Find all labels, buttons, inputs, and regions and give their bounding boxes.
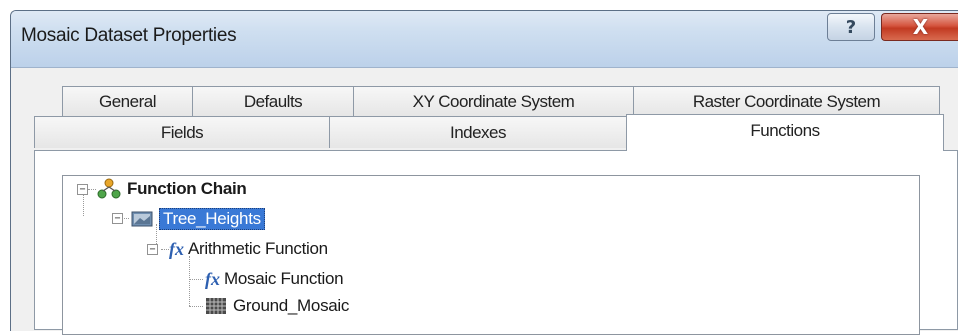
tab-raster-coordinate-system[interactable]: Raster Coordinate System xyxy=(633,86,940,116)
tree-node-arithmetic-function[interactable]: fx Arithmetic Function xyxy=(169,237,328,261)
window-title: Mosaic Dataset Properties xyxy=(21,25,237,46)
tab-label: XY Coordinate System xyxy=(412,91,575,111)
collapse-toggle[interactable]: − xyxy=(77,184,88,195)
tree-connector xyxy=(189,256,190,306)
tree-node-mosaic-function[interactable]: fx Mosaic Function xyxy=(205,267,344,291)
tree-connector xyxy=(189,306,203,307)
tree-connector xyxy=(88,189,96,190)
tab-label: Fields xyxy=(160,122,204,142)
function-tree[interactable]: − Function Chain − Tree_Heights − fx Ari… xyxy=(62,175,920,335)
tree-node-function-chain[interactable]: Function Chain xyxy=(97,177,247,201)
tab-xy-coordinate-system[interactable]: XY Coordinate System xyxy=(353,86,634,116)
help-button[interactable]: ? xyxy=(827,13,875,41)
tab-label: Functions xyxy=(750,121,820,140)
tree-node-label: Function Chain xyxy=(127,179,247,198)
title-bar[interactable]: Mosaic Dataset Properties ? X xyxy=(11,11,958,68)
tab-label: Defaults xyxy=(243,91,303,111)
tab-label: General xyxy=(99,91,156,111)
tree-node-tree-heights[interactable]: Tree_Heights xyxy=(131,207,265,231)
collapse-toggle[interactable]: − xyxy=(112,213,123,224)
tab-defaults[interactable]: Defaults xyxy=(192,86,354,116)
raster-dataset-icon xyxy=(131,211,153,227)
tab-functions[interactable]: Functions xyxy=(626,114,944,151)
tab-fields[interactable]: Fields xyxy=(34,116,330,148)
tree-node-label: Mosaic Function xyxy=(224,269,344,288)
tree-node-label: Arithmetic Function xyxy=(188,239,328,258)
tab-label: Raster Coordinate System xyxy=(692,91,881,111)
tab-label: Indexes xyxy=(449,122,507,142)
tree-node-label: Tree_Heights xyxy=(159,208,265,230)
collapse-toggle[interactable]: − xyxy=(147,244,158,255)
tree-node-ground-mosaic[interactable]: Ground_Mosaic xyxy=(205,294,349,318)
tab-indexes[interactable]: Indexes xyxy=(329,116,627,148)
tree-connector xyxy=(83,194,84,216)
function-chain-icon xyxy=(97,178,121,199)
tree-connector xyxy=(161,249,169,250)
tree-node-label: Ground_Mosaic xyxy=(233,296,350,315)
help-icon: ? xyxy=(845,16,857,38)
tree-connector xyxy=(189,279,203,280)
close-icon: X xyxy=(912,15,929,39)
fx-icon: fx xyxy=(169,238,184,259)
fx-icon: fx xyxy=(205,268,220,289)
close-button[interactable]: X xyxy=(881,13,958,41)
tab-general[interactable]: General xyxy=(62,86,193,116)
mosaic-dataset-icon xyxy=(206,298,226,314)
